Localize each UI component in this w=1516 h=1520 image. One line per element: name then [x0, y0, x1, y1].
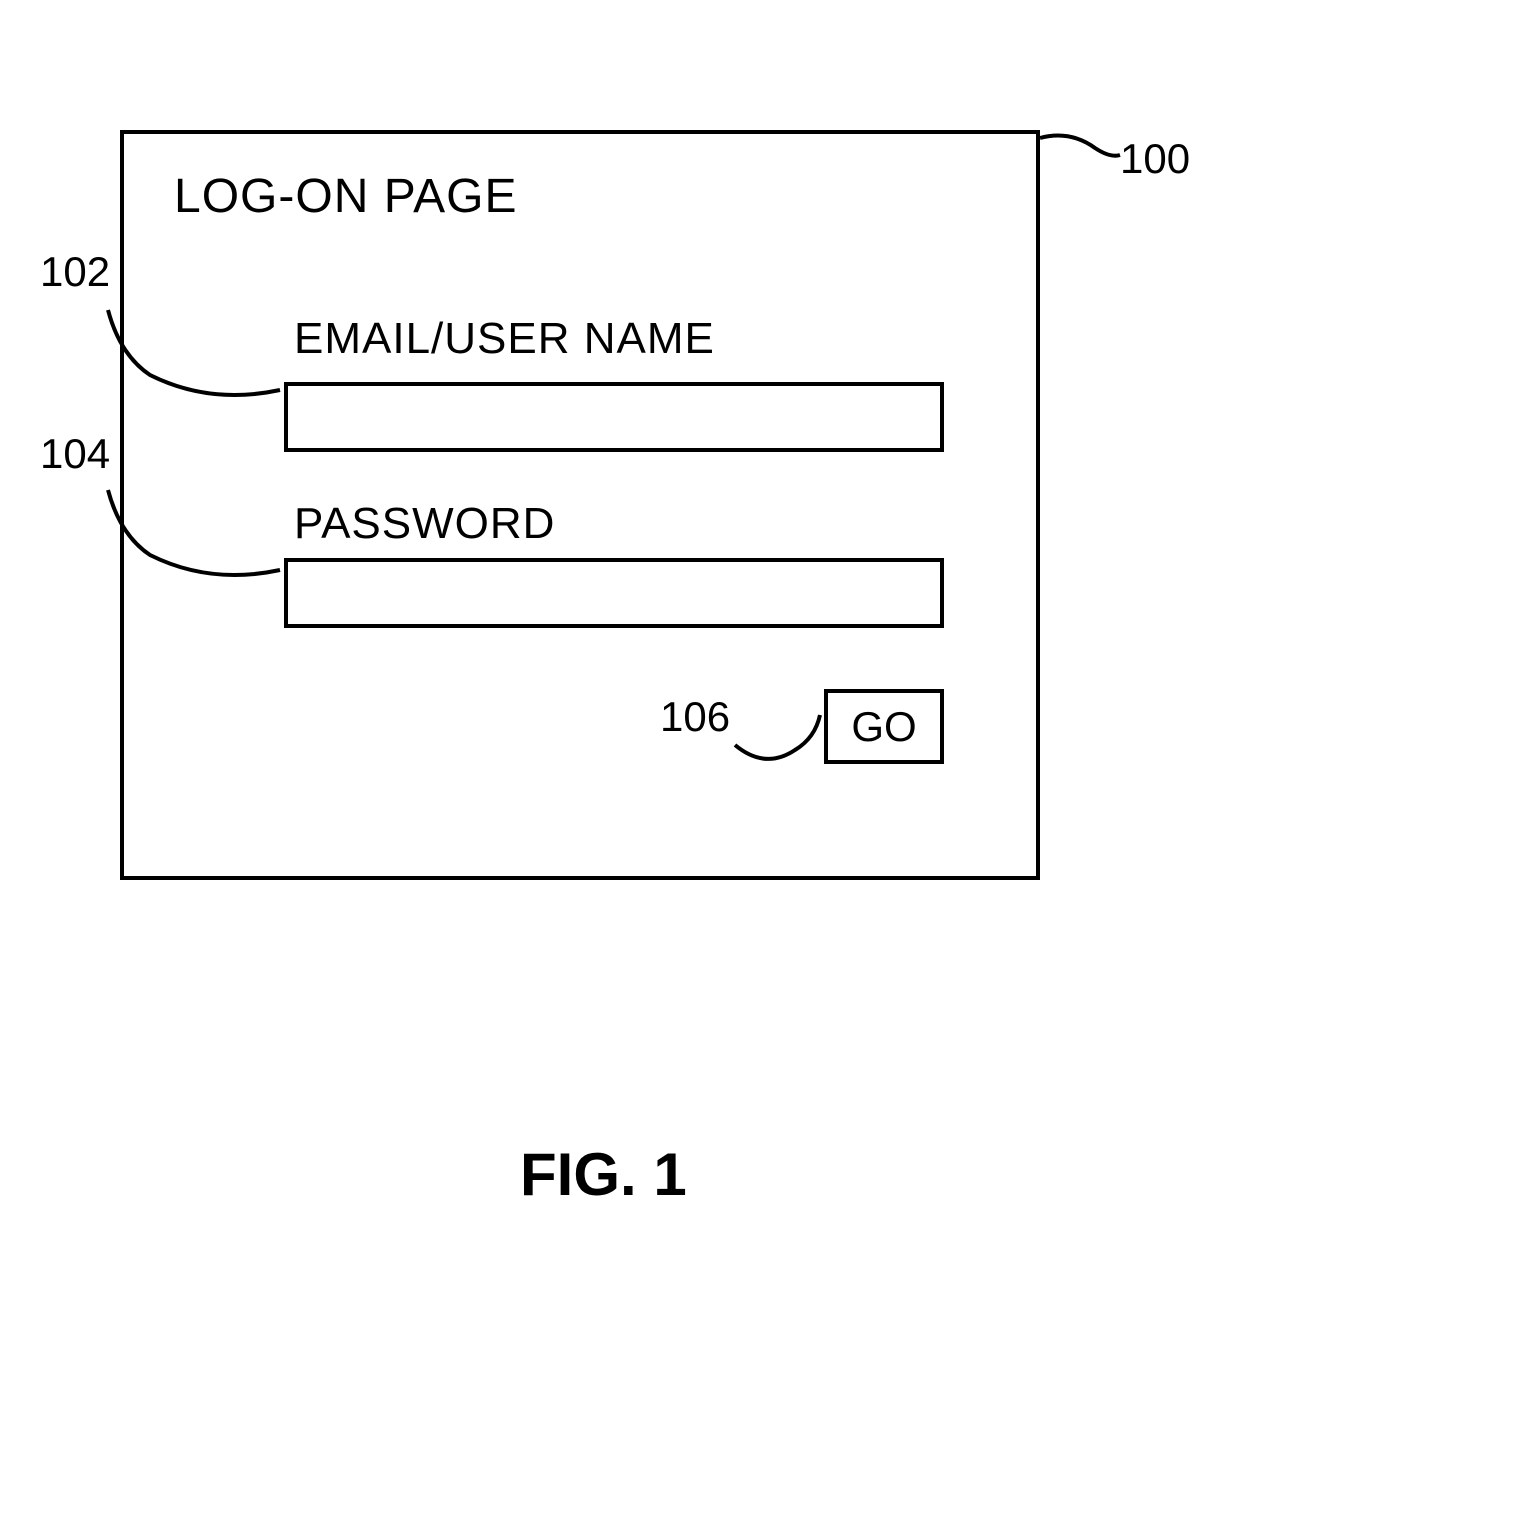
email-field[interactable]	[284, 382, 944, 452]
callout-106: 106	[660, 693, 730, 741]
callout-100: 100	[1120, 135, 1190, 183]
go-button[interactable]: GO	[824, 689, 944, 764]
callout-104: 104	[40, 430, 110, 478]
password-label: PASSWORD	[294, 499, 555, 549]
figure-caption: FIG. 1	[520, 1140, 687, 1209]
email-label: EMAIL/USER NAME	[294, 314, 715, 364]
password-field[interactable]	[284, 558, 944, 628]
callout-102: 102	[40, 248, 110, 296]
page-title: LOG-ON PAGE	[174, 169, 518, 224]
login-box: LOG-ON PAGE EMAIL/USER NAME PASSWORD GO	[120, 130, 1040, 880]
